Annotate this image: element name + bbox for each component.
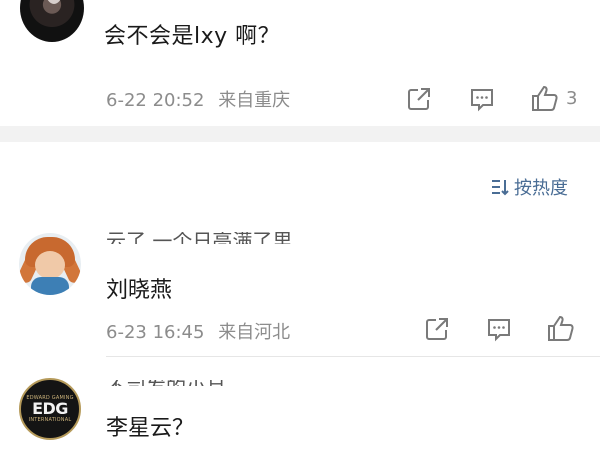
avatar[interactable]: EDWARD GAMING EDG INTERNATIONAL [19,378,81,440]
avatar[interactable] [20,0,84,42]
like-icon[interactable] [546,314,576,342]
sort-icon [492,180,509,196]
share-icon[interactable] [424,316,450,342]
sort-button[interactable]: 按热度 [490,174,568,200]
comment-location: 来自重庆 [218,90,291,111]
like-icon[interactable] [530,84,560,112]
comment-time: 6-22 20:52 [106,90,205,111]
comment-icon[interactable] [469,86,495,112]
username[interactable]: 云了 一个日亮满了里 [106,232,292,244]
share-icon[interactable] [406,86,432,112]
comment-meta: 6-23 16:45 来自河北 [106,318,290,344]
comment-divider [106,356,600,357]
username[interactable]: 不司发的小月 [106,380,226,386]
comment-icon[interactable] [486,316,512,342]
comment-text: 会不会是lxy 啊？ [104,24,281,49]
avatar-subtext-bottom: INTERNATIONAL [28,417,72,423]
like-count: 3 [566,88,578,109]
section-divider [0,126,600,142]
sort-label: 按热度 [514,178,568,199]
comment-time: 6-23 16:45 [106,322,205,343]
comment-text: 李星云？ [106,416,195,441]
avatar[interactable] [19,233,81,295]
comment-text: 刘晓燕 [106,278,173,303]
comment-location: 来自河北 [218,322,291,343]
comment-meta: 6-22 20:52 来自重庆 [106,86,290,112]
avatar-logo-text: EDG [32,399,68,418]
